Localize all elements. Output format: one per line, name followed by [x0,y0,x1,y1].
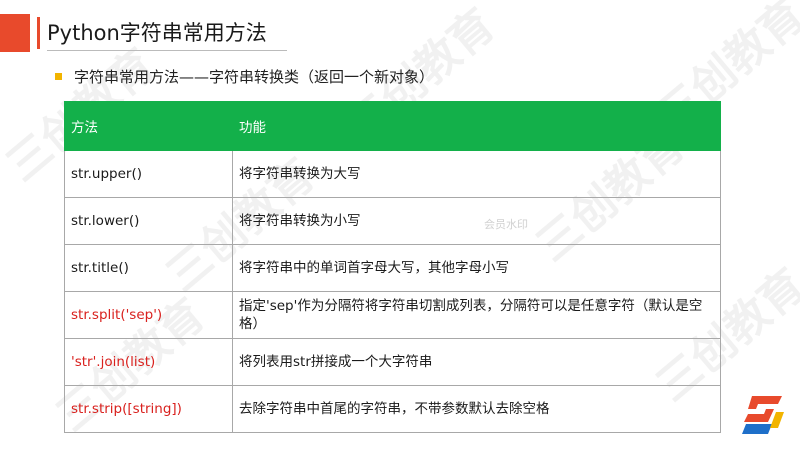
subtitle: 字符串常用方法——字符串转换类（返回一个新对象） [55,64,434,88]
description-cell: 去除字符串中首尾的字符串，不带参数默认去除空格 [232,385,721,433]
table-row: str.split('sep') 指定'sep'作为分隔符将字符串切割成列表，分… [64,291,721,339]
column-header-function: 功能 [232,101,721,151]
method-cell: str.title() [64,244,233,292]
table-row: str.title() 将字符串中的单词首字母大写，其他字母小写 [64,244,721,292]
table-row: str.lower() 将字符串转换为小写 [64,197,721,245]
method-cell: str.upper() [64,150,233,198]
method-cell: 'str'.join(list) [64,338,233,386]
methods-table: 方法 功能 str.upper() 将字符串转换为大写 str.lower() … [64,101,721,433]
title-underline [47,50,287,51]
method-cell: str.split('sep') [64,291,233,339]
description-cell: 将列表用str拼接成一个大字符串 [232,338,721,386]
table-row: str.strip([string]) 去除字符串中首尾的字符串，不带参数默认去… [64,385,721,433]
column-header-method: 方法 [64,101,233,151]
title-accent-block [0,14,30,52]
method-cell: str.strip([string]) [64,385,233,433]
member-watermark: 会员水印 [484,218,528,231]
bullet-icon [55,72,62,80]
description-cell: 指定'sep'作为分隔符将字符串切割成列表，分隔符可以是任意字符（默认是空格） [232,291,721,339]
subtitle-text: 字符串常用方法——字符串转换类（返回一个新对象） [74,67,435,86]
brand-logo-icon [742,396,784,434]
table-header-row: 方法 功能 [64,101,721,151]
title-bar: Python字符串常用方法 [0,14,800,52]
table-row: 'str'.join(list) 将列表用str拼接成一个大字符串 [64,338,721,386]
table-row: str.upper() 将字符串转换为大写 [64,150,721,198]
description-cell: 将字符串转换为小写 [232,197,721,245]
title-accent-line [37,17,40,49]
description-cell: 将字符串中的单词首字母大写，其他字母小写 [232,244,721,292]
page-title: Python字符串常用方法 [47,21,267,45]
method-cell: str.lower() [64,197,233,245]
description-cell: 将字符串转换为大写 [232,150,721,198]
